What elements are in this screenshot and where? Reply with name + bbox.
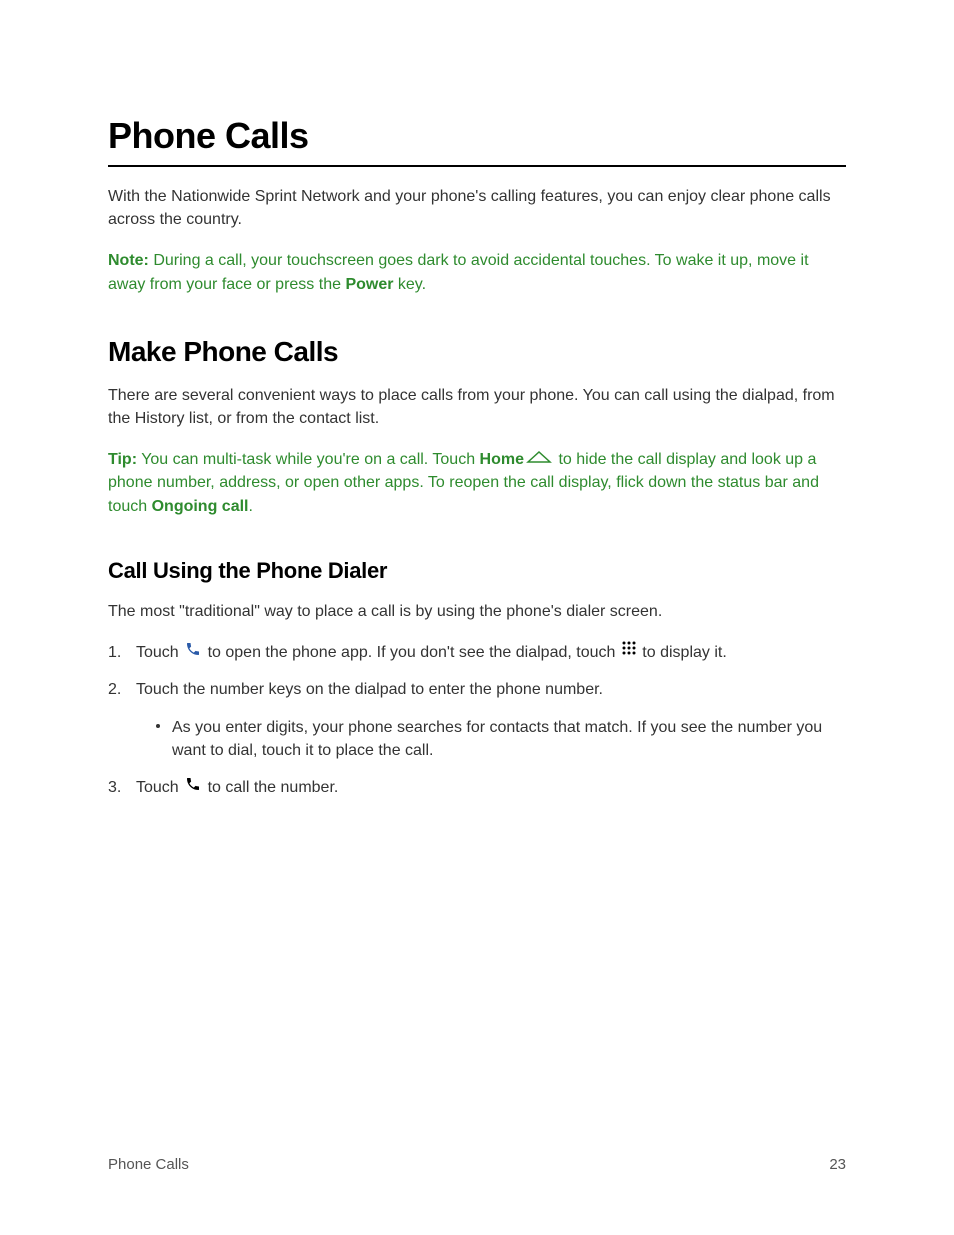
- tip-text-3: .: [248, 498, 252, 515]
- step-1-text-b: to open the phone app. If you don't see …: [203, 644, 620, 661]
- step-2-sublist: As you enter digits, your phone searches…: [136, 716, 846, 762]
- step-1-text-c: to display it.: [638, 644, 727, 661]
- step-2-sub-item: As you enter digits, your phone searches…: [156, 716, 846, 762]
- page-footer: Phone Calls 23: [108, 1156, 846, 1173]
- tip-bold-ongoing: Ongoing call: [152, 498, 249, 515]
- phone-handset-icon: [185, 641, 201, 664]
- page-title: Phone Calls: [108, 115, 846, 167]
- section-make-phone-calls-title: Make Phone Calls: [108, 336, 846, 368]
- subsection-call-using-dialer-intro: The most "traditional" way to place a ca…: [108, 600, 846, 623]
- step-1-text-a: Touch: [136, 644, 183, 661]
- section-make-phone-calls-intro: There are several convenient ways to pla…: [108, 384, 846, 430]
- dialpad-icon: [622, 641, 636, 664]
- step-1: Touch to open the phone app. If you don'…: [108, 641, 846, 664]
- note-label: Note:: [108, 252, 149, 269]
- home-icon: [526, 448, 552, 471]
- phone-call-icon: [185, 776, 201, 799]
- steps-list: Touch to open the phone app. If you don'…: [108, 641, 846, 799]
- note-text-2: key.: [393, 276, 426, 293]
- footer-left: Phone Calls: [108, 1156, 189, 1173]
- intro-paragraph: With the Nationwide Sprint Network and y…: [108, 185, 846, 231]
- subsection-call-using-dialer-title: Call Using the Phone Dialer: [108, 558, 846, 584]
- tip-bold-home: Home: [480, 451, 524, 468]
- note-bold-1: Power: [345, 276, 393, 293]
- note-text-1: During a call, your touchscreen goes dar…: [108, 252, 809, 292]
- step-2-text: Touch the number keys on the dialpad to …: [136, 681, 603, 698]
- step-3: Touch to call the number.: [108, 776, 846, 799]
- step-3-text-a: Touch: [136, 779, 183, 796]
- step-2: Touch the number keys on the dialpad to …: [108, 678, 846, 762]
- tip-label: Tip:: [108, 451, 137, 468]
- footer-right-page-number: 23: [829, 1156, 846, 1173]
- tip-paragraph: Tip: You can multi-task while you're on …: [108, 448, 846, 518]
- note-paragraph: Note: During a call, your touchscreen go…: [108, 249, 846, 295]
- tip-text-1: You can multi-task while you're on a cal…: [137, 451, 480, 468]
- step-3-text-b: to call the number.: [203, 779, 338, 796]
